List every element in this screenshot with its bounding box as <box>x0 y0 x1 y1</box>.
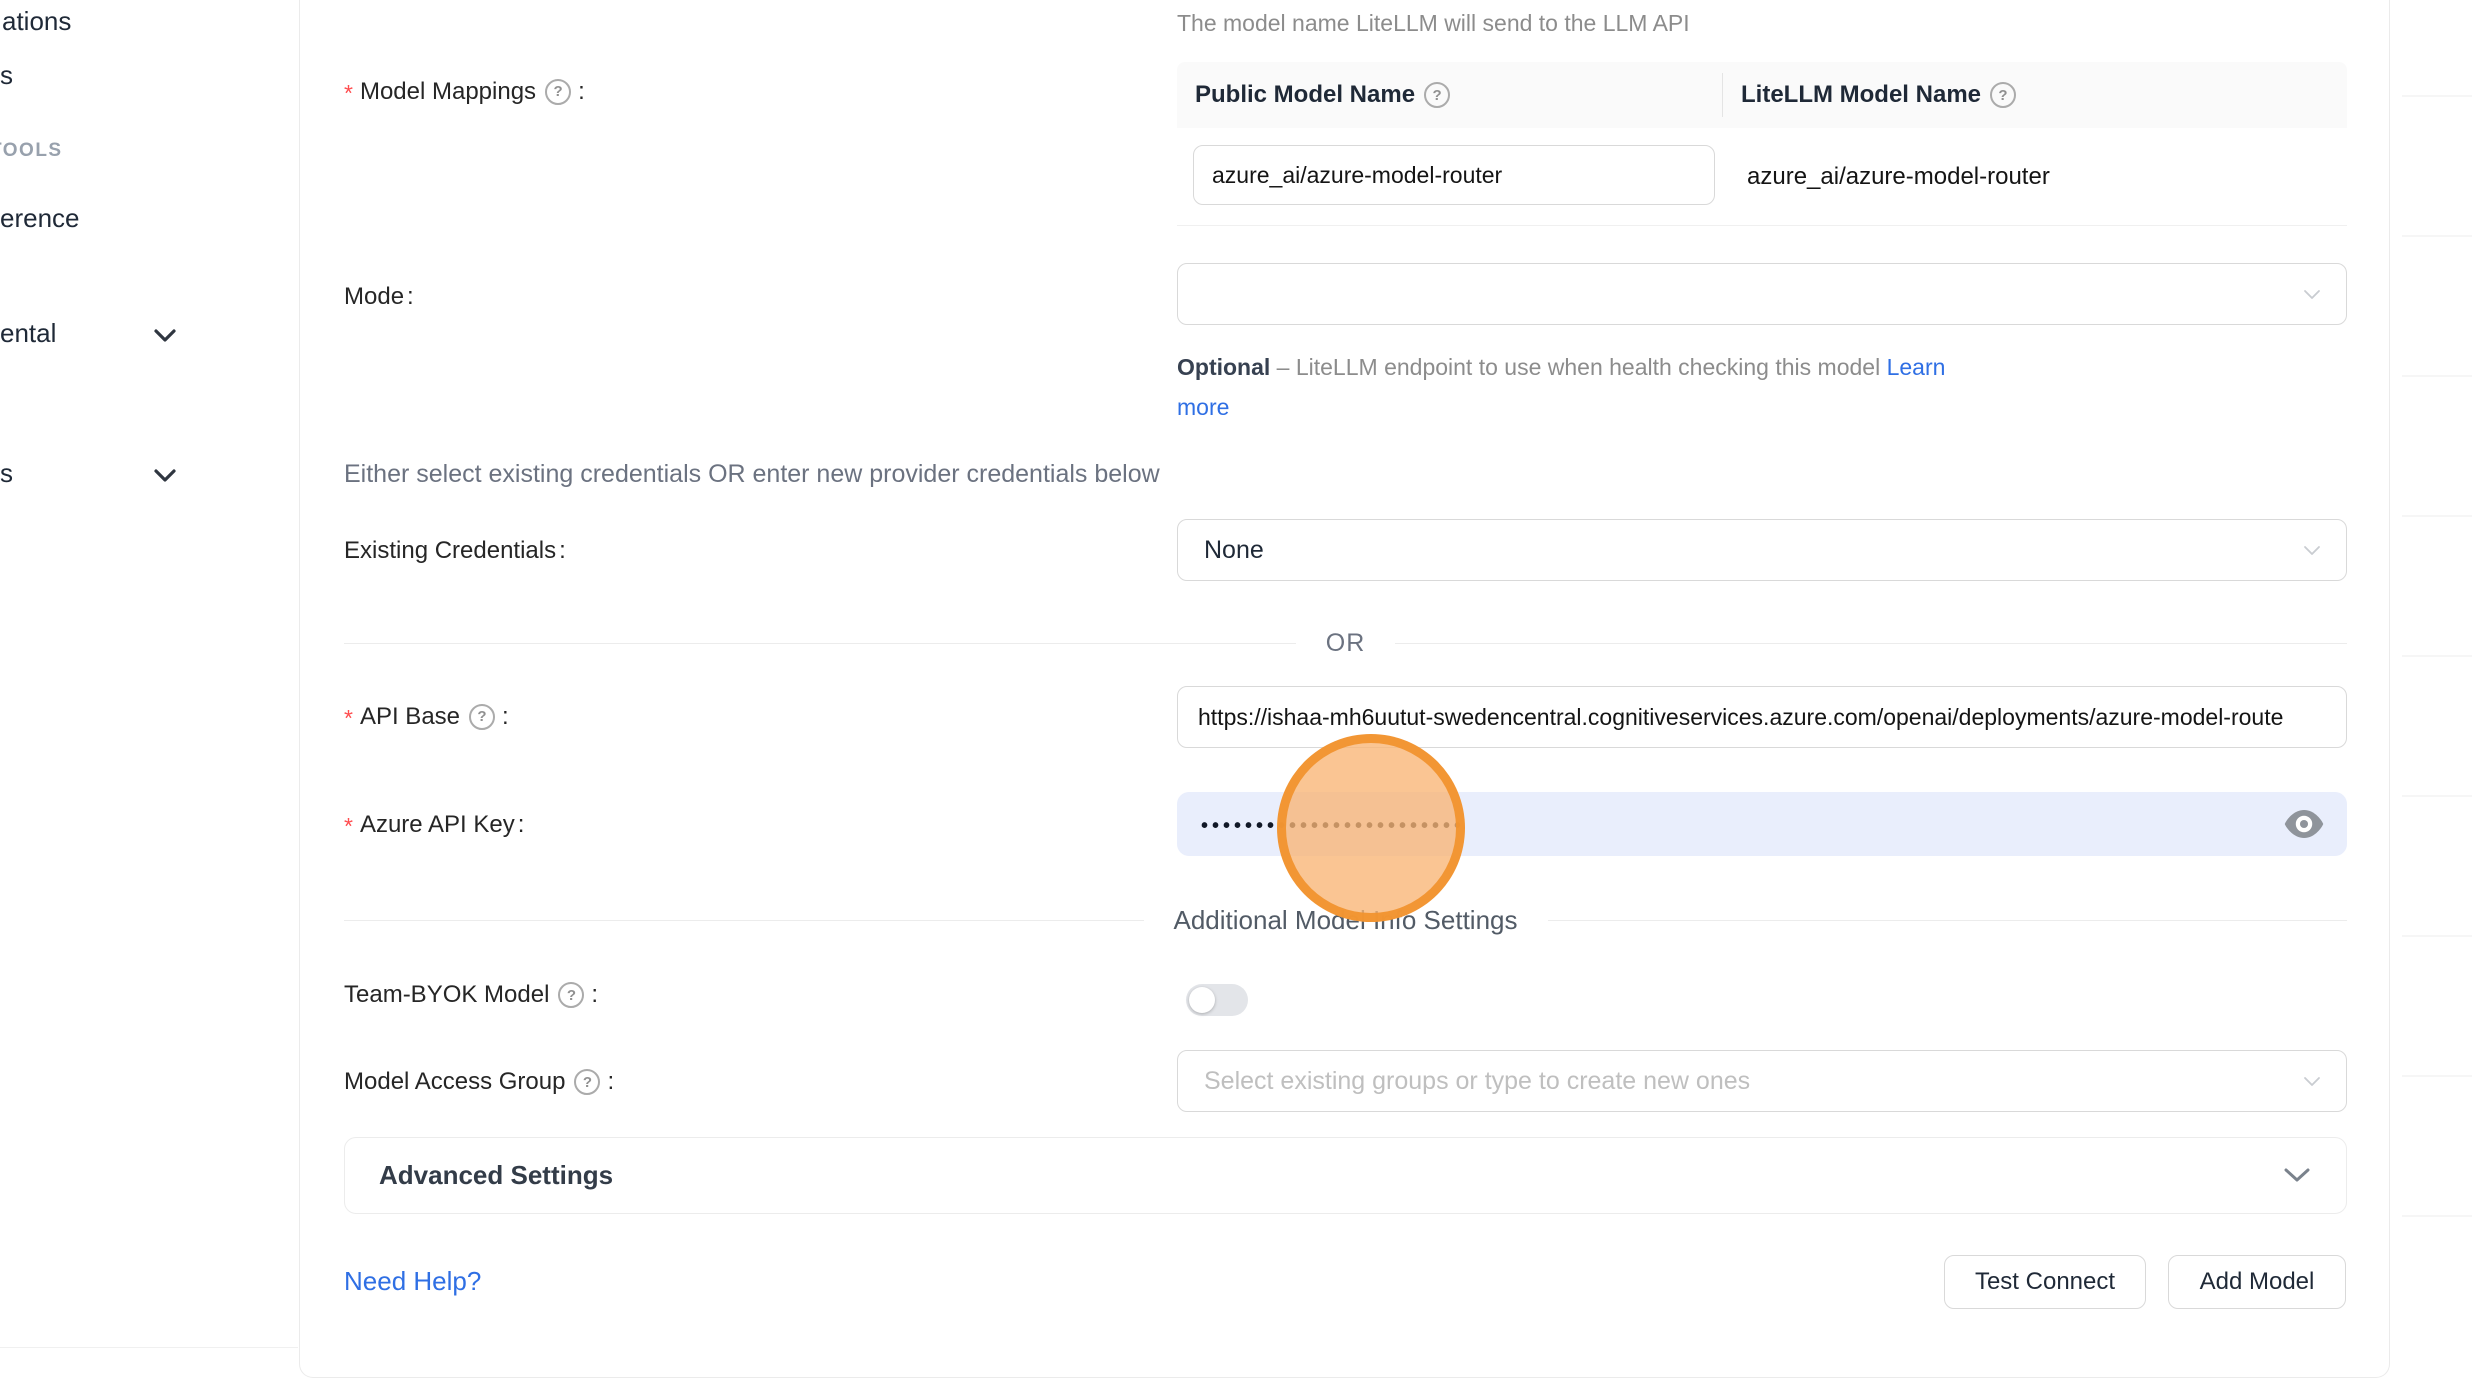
help-icon[interactable]: ? <box>1424 82 1450 108</box>
help-icon[interactable]: ? <box>574 1069 600 1095</box>
masked-api-key: •••••••••••••••••••••••• <box>1201 815 1465 838</box>
table-header: Public Model Name ? LiteLLM Model Name ? <box>1177 62 2347 128</box>
team-byok-label: Team-BYOK Model ? : <box>344 981 598 1009</box>
azure-api-key-input[interactable]: •••••••••••••••••••••••• <box>1177 792 2347 856</box>
chevron-down-icon[interactable] <box>153 328 177 344</box>
sidebar-item-settings[interactable]: s <box>0 458 13 489</box>
azure-api-key-label: * Azure API Key : <box>344 809 524 840</box>
table-row: azure_ai/azure-model-router <box>1177 128 2347 226</box>
advanced-settings-title: Advanced Settings <box>379 1160 613 1191</box>
required-asterisk: * <box>344 813 353 840</box>
api-base-label: * API Base ? : <box>344 701 509 732</box>
mode-optional-hint: Optional – LiteLLM endpoint to use when … <box>1177 347 2037 427</box>
required-asterisk: * <box>344 705 353 732</box>
help-icon[interactable]: ? <box>1990 82 2016 108</box>
help-icon[interactable]: ? <box>558 982 584 1008</box>
model-access-group-label: Model Access Group ? : <box>344 1068 614 1096</box>
api-base-input[interactable] <box>1177 686 2347 748</box>
chevron-down-icon[interactable] <box>153 468 177 484</box>
existing-credentials-label: Existing Credentials: <box>344 537 566 565</box>
sidebar-divider <box>0 1347 298 1348</box>
column-public-model-name: Public Model Name ? <box>1177 81 1722 109</box>
required-asterisk: * <box>344 80 353 107</box>
sidebar-item-1[interactable]: s <box>0 60 13 91</box>
existing-credentials-value: None <box>1204 536 1264 565</box>
sidebar-item-experimental[interactable]: ental <box>0 318 56 349</box>
model-access-group-select[interactable]: Select existing groups or type to create… <box>1177 1050 2347 1112</box>
mode-label: Mode: <box>344 283 414 311</box>
model-access-group-placeholder: Select existing groups or type to create… <box>1204 1067 1750 1096</box>
learn-more-link[interactable]: more <box>1177 394 1229 420</box>
sidebar-item-inference[interactable]: erence <box>0 203 80 234</box>
or-divider: OR <box>344 625 2347 661</box>
public-model-name-input[interactable] <box>1193 145 1715 205</box>
add-model-button[interactable]: Add Model <box>2168 1255 2346 1309</box>
advanced-settings-panel[interactable]: Advanced Settings <box>344 1137 2347 1214</box>
chevron-down-icon <box>2300 538 2324 562</box>
team-byok-toggle[interactable] <box>1186 984 1248 1016</box>
additional-settings-divider: Additional Model Info Settings <box>344 900 2347 940</box>
learn-more-link[interactable]: Learn <box>1887 354 1946 380</box>
mode-select[interactable] <box>1177 263 2347 325</box>
model-mappings-label: * Model Mappings ? : <box>344 76 585 107</box>
credentials-note: Either select existing credentials OR en… <box>344 460 1160 489</box>
help-icon[interactable]: ? <box>545 79 571 105</box>
sidebar-item-organizations[interactable]: ations <box>2 6 71 37</box>
chevron-down-icon <box>2300 282 2324 306</box>
need-help-link[interactable]: Need Help? <box>344 1266 481 1297</box>
eye-icon[interactable] <box>2283 806 2325 842</box>
chevron-down-icon <box>2300 1069 2324 1093</box>
help-icon[interactable]: ? <box>469 704 495 730</box>
litellm-model-name-value: azure_ai/azure-model-router <box>1747 128 2050 226</box>
toggle-knob <box>1189 987 1215 1013</box>
sidebar-section-tools: TOOLS <box>0 140 63 162</box>
existing-credentials-select[interactable]: None <box>1177 519 2347 581</box>
column-litellm-model-name: LiteLLM Model Name ? <box>1722 73 2347 117</box>
model-mappings-table: Public Model Name ? LiteLLM Model Name ?… <box>1177 62 2347 226</box>
chevron-down-icon <box>2282 1166 2312 1186</box>
test-connect-button[interactable]: Test Connect <box>1944 1255 2146 1309</box>
model-name-hint: The model name LiteLLM will send to the … <box>1177 10 1690 37</box>
